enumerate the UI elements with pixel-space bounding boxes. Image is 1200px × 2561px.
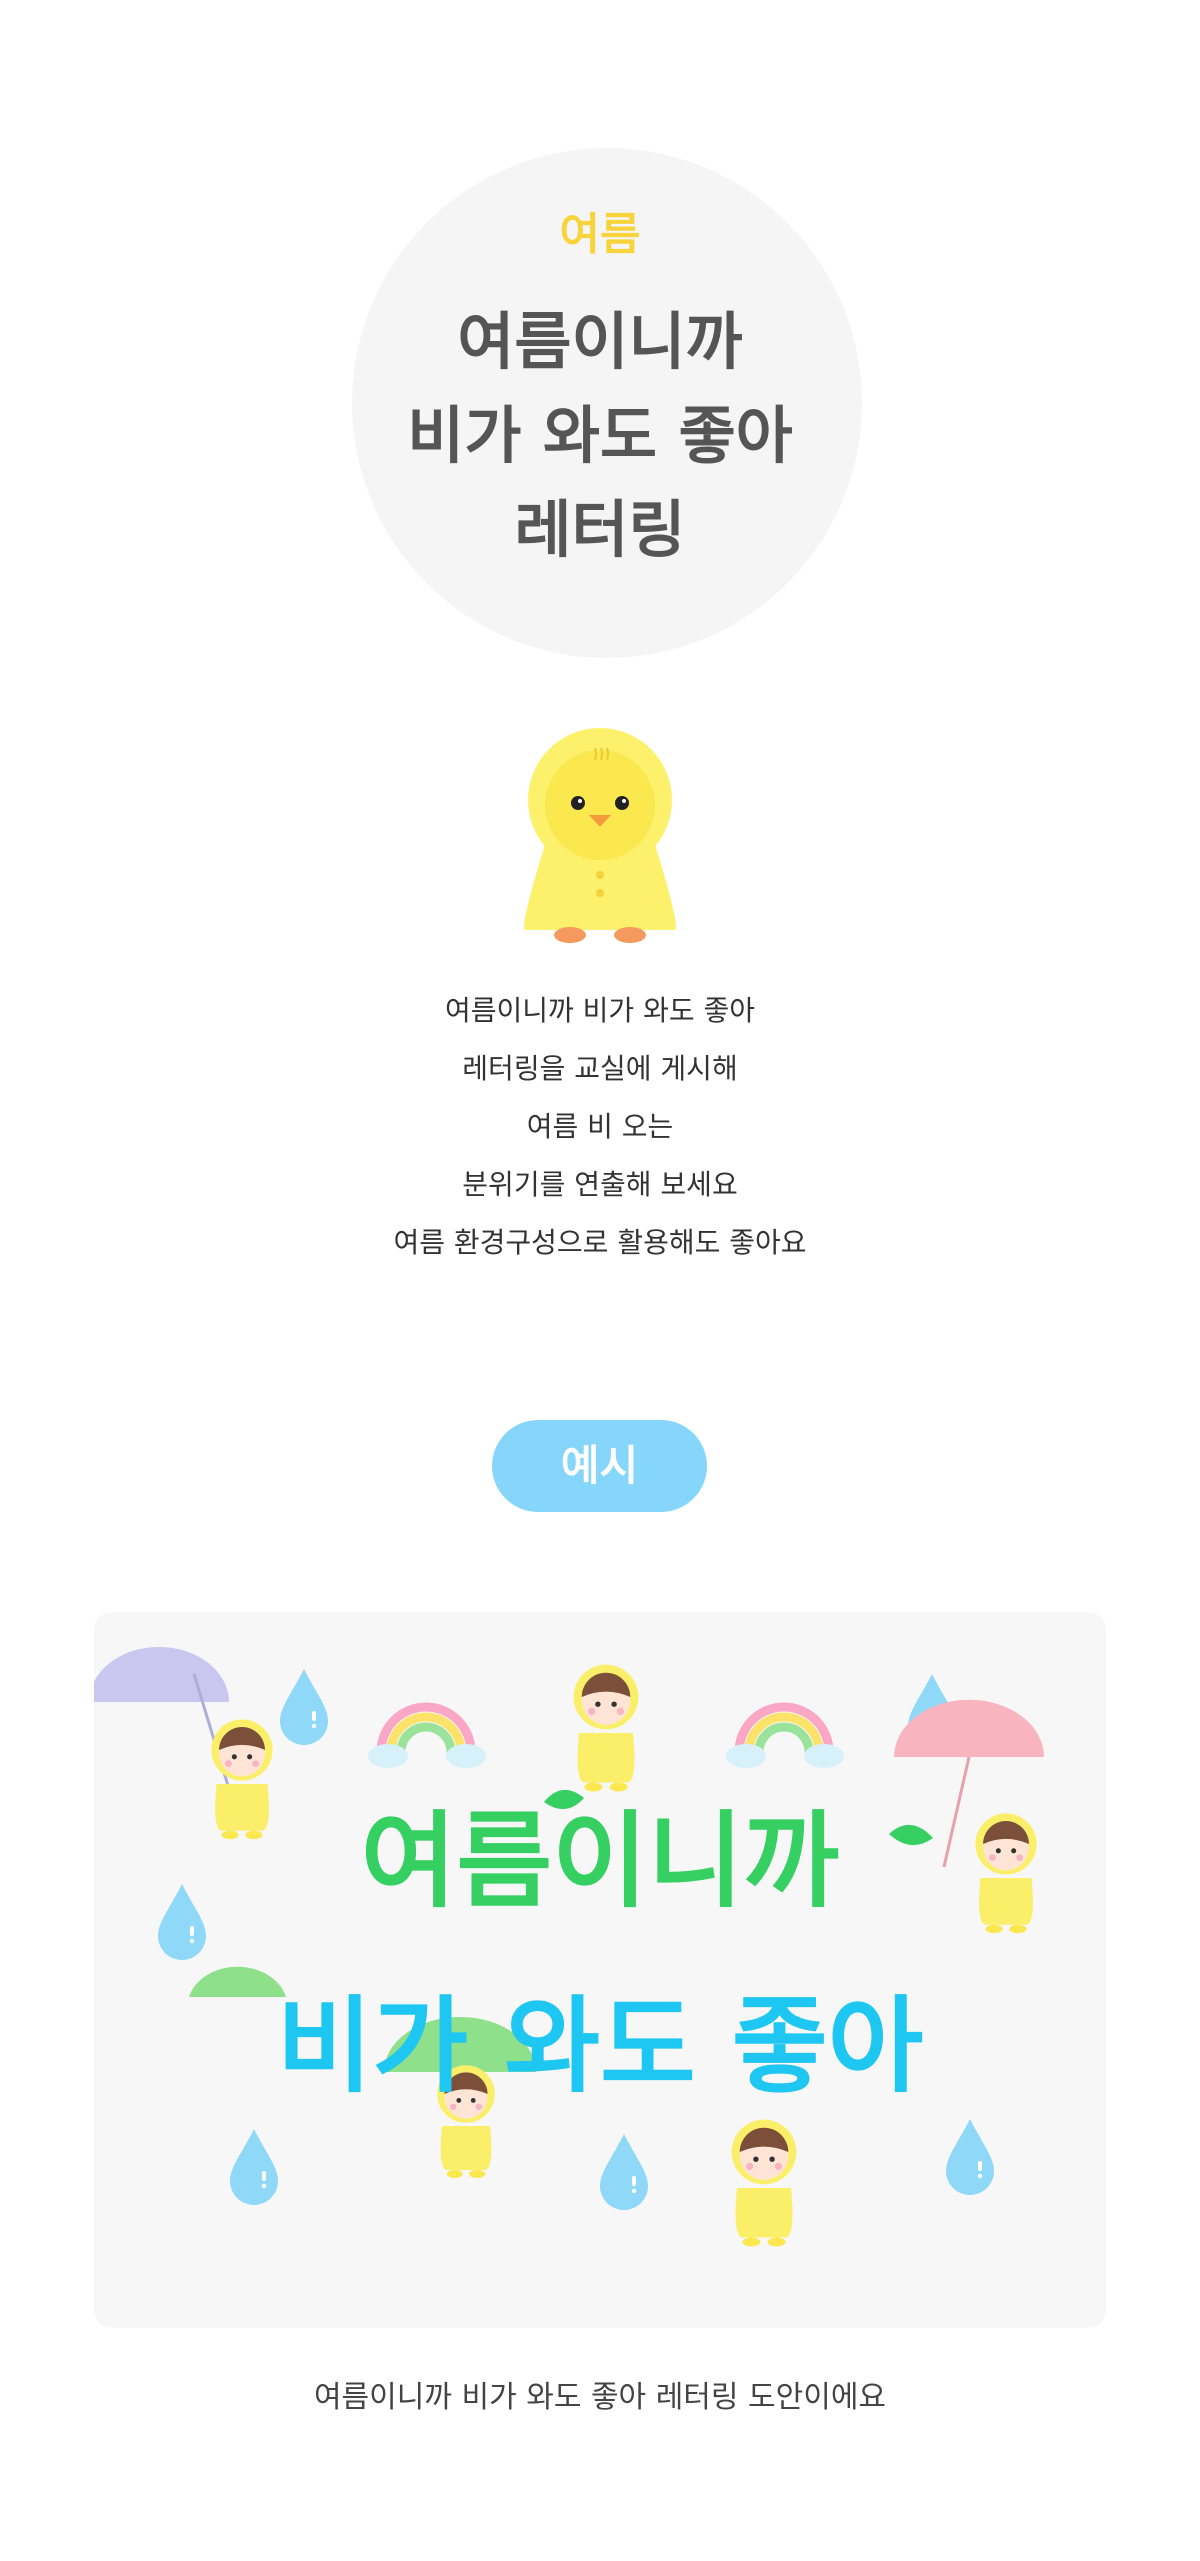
example-illustration: 여름이니까 비가 와도 좋아 <box>94 1647 1044 2247</box>
example-panel: 여름이니까 비가 와도 좋아 <box>94 1612 1106 2328</box>
description-line-5: 여름 환경구성으로 활용해도 좋아요 <box>393 1226 807 1259</box>
description-line-2: 레터링을 교실에 게시해 <box>462 1052 738 1085</box>
hero-title-line-3: 레터링 <box>514 493 686 566</box>
description: 여름이니까 비가 와도 좋아 레터링을 교실에 게시해 여름 비 오는 분위기를… <box>0 982 1200 1272</box>
hero-title: 여름이니까 비가 와도 좋아 레터링 <box>0 295 1200 577</box>
description-line-1: 여름이니까 비가 와도 좋아 <box>444 994 756 1027</box>
hero-title-line-2: 비가 와도 좋아 <box>407 399 793 472</box>
description-line-4: 분위기를 연출해 보세요 <box>462 1168 738 1201</box>
description-line-3: 여름 비 오는 <box>526 1110 674 1143</box>
hero-title-line-1: 여름이니까 <box>457 305 743 378</box>
caption: 여름이니까 비가 와도 좋아 레터링 도안이에요 <box>313 2380 887 2415</box>
example-label: 예시 <box>492 1420 707 1512</box>
lettering-line-1: 여름이니까 <box>361 1800 839 1922</box>
chick-raincoat-icon <box>524 728 676 943</box>
lettering-line-2: 비가 와도 좋아 <box>277 1985 924 2107</box>
hero-tag: 여름 <box>559 209 641 260</box>
